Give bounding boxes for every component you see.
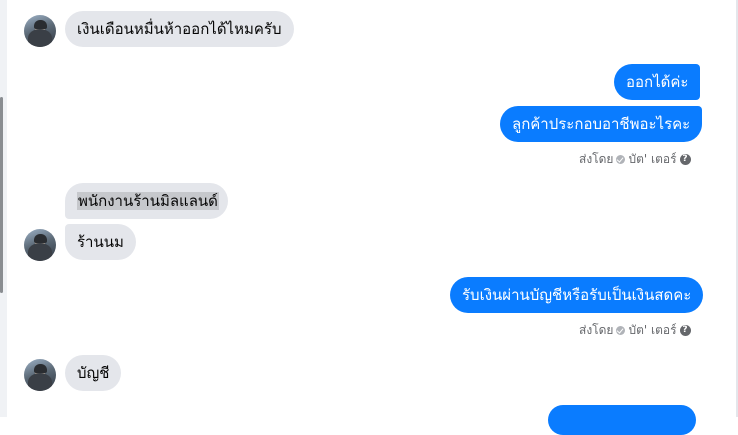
help-circle-icon[interactable]: ? bbox=[679, 325, 691, 336]
outgoing-message[interactable]: ออกได้ค่ะ bbox=[614, 64, 701, 100]
avatar-hair bbox=[34, 364, 47, 373]
sent-receipt: ส่งโดย บัต' เตอร์ ? bbox=[579, 150, 691, 169]
avatar-hair bbox=[34, 20, 47, 29]
avatar-hair bbox=[34, 234, 47, 243]
sender-name: บัต' เตอร์ bbox=[628, 152, 677, 166]
incoming-message[interactable]: บัญชี bbox=[65, 355, 122, 391]
sent-receipt: ส่งโดย บัต' เตอร์ ? bbox=[579, 321, 691, 340]
contact-avatar[interactable] bbox=[24, 15, 56, 47]
left-scrollbar[interactable] bbox=[0, 97, 3, 293]
incoming-message[interactable]: ร้านนม bbox=[65, 224, 136, 260]
avatar-body bbox=[28, 29, 52, 47]
outgoing-message[interactable]: ลูกค้าประกอบอาชีพอะไรคะ bbox=[500, 106, 703, 142]
highlighted-text: พนักงานร้านมิลแลนด์ bbox=[77, 192, 219, 210]
contact-avatar[interactable] bbox=[24, 359, 56, 391]
avatar-body bbox=[28, 243, 52, 261]
sent-by-label: ส่งโดย bbox=[579, 152, 614, 166]
sent-check-icon bbox=[616, 326, 626, 335]
sent-by-label: ส่งโดย bbox=[579, 323, 614, 337]
avatar-body bbox=[28, 373, 52, 391]
outgoing-message[interactable]: รับเงินผ่านบัญชีหรือรับเป็นเงินสดคะ bbox=[450, 277, 704, 313]
incoming-message[interactable]: เงินเดือนหมื่นห้าออกได้ไหมครับ bbox=[65, 11, 294, 47]
sender-name: บัต' เตอร์ bbox=[628, 323, 677, 337]
sent-check-icon bbox=[616, 155, 626, 164]
incoming-message[interactable]: พนักงานร้านมิลแลนด์ bbox=[65, 183, 228, 219]
help-circle-icon[interactable]: ? bbox=[679, 154, 691, 165]
outgoing-message-partial[interactable] bbox=[548, 405, 696, 435]
contact-avatar[interactable] bbox=[24, 229, 56, 261]
